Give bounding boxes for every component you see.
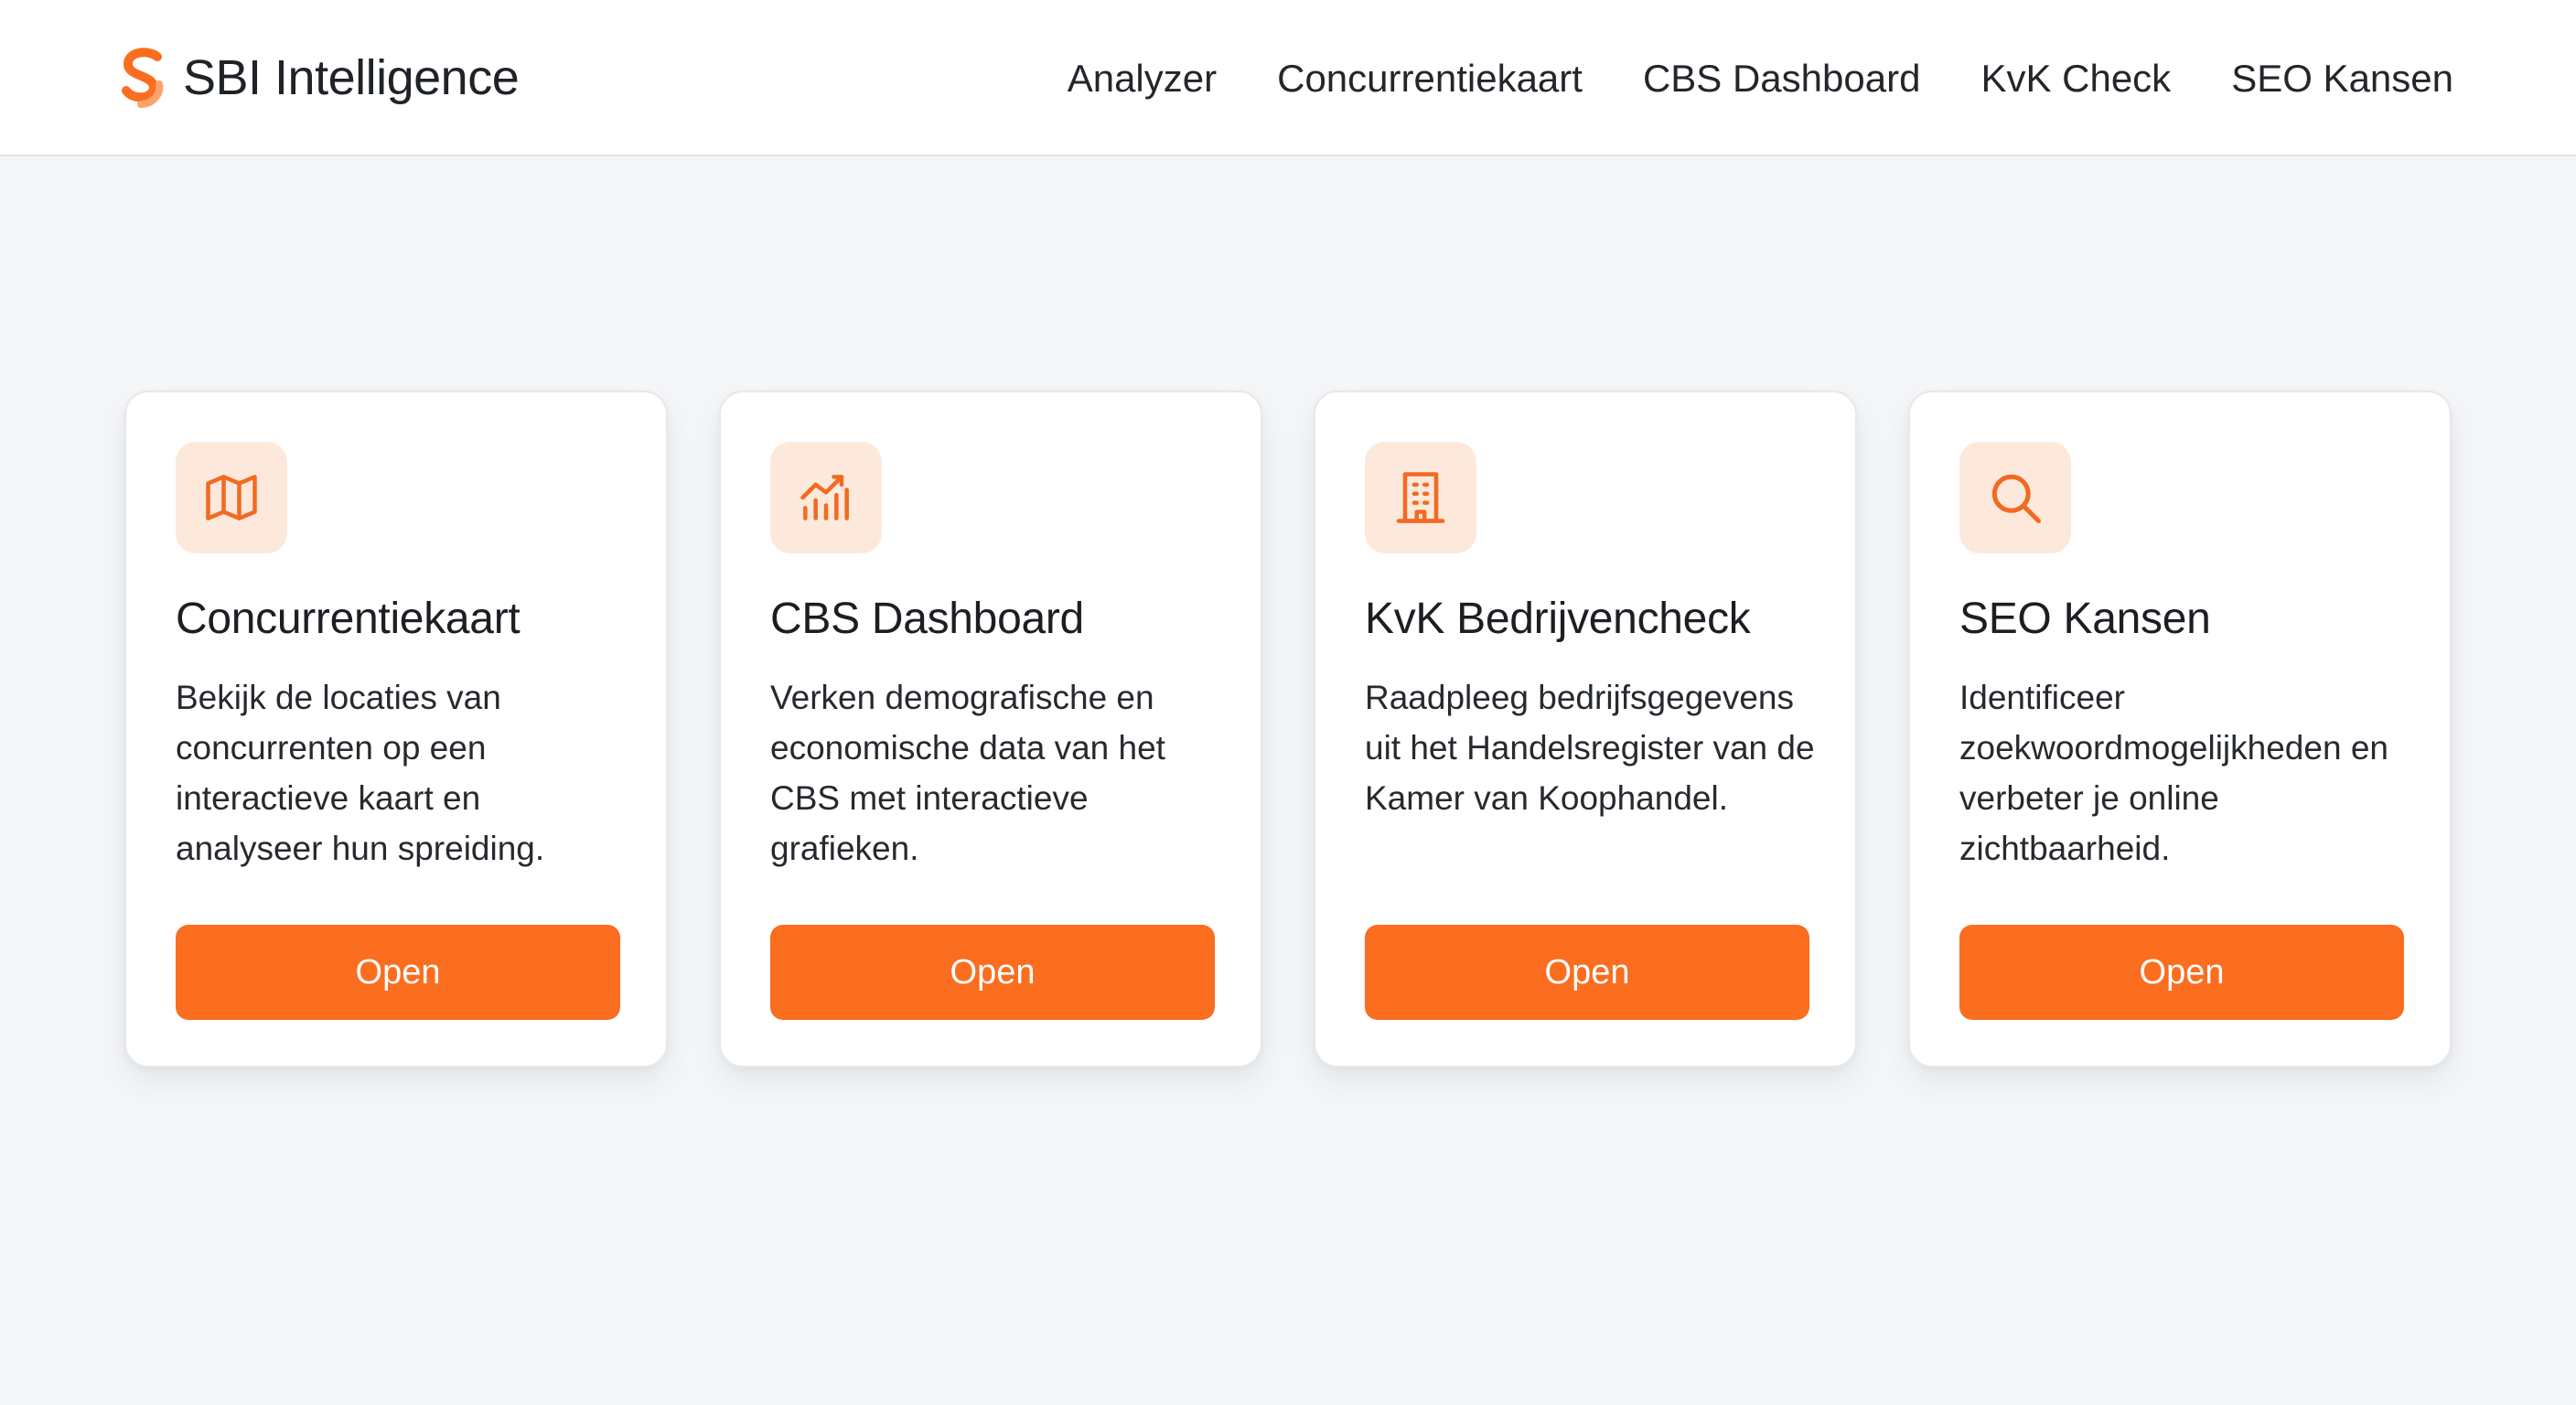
- brand-name: SBI Intelligence: [183, 50, 520, 105]
- open-cbs-dashboard-button[interactable]: Open: [770, 925, 1215, 1020]
- card-title: Concurrentiekaart: [176, 595, 521, 643]
- card-icon-box: [770, 442, 882, 553]
- s-logo-icon: [122, 48, 164, 108]
- card-seo-kansen: SEO Kansen Identificeer zoekwoordmogelij…: [1908, 391, 2452, 1067]
- card-title: CBS Dashboard: [770, 595, 1084, 643]
- nav-item-analyzer[interactable]: Analyzer: [1068, 51, 1217, 106]
- top-navigation-bar: SBI Intelligence Analyzer Concurrentieka…: [0, 0, 2576, 156]
- card-icon-box: [1365, 442, 1476, 553]
- tool-cards: Concurrentiekaart Bekijk de locaties van…: [124, 391, 2452, 1067]
- card-cbs-dashboard: CBS Dashboard Verken demografische en ec…: [719, 391, 1262, 1067]
- search-icon: [1991, 474, 2042, 524]
- open-kvk-bedrijvencheck-button[interactable]: Open: [1365, 925, 1809, 1020]
- open-seo-kansen-button[interactable]: Open: [1959, 925, 2404, 1020]
- card-icon-box: [176, 442, 287, 553]
- map-icon: [206, 475, 257, 520]
- card-concurrentiekaart: Concurrentiekaart Bekijk de locaties van…: [124, 391, 668, 1067]
- chart-icon: [800, 475, 849, 520]
- card-kvk-bedrijvencheck: KvK Bedrijvencheck Raadpleeg bedrijfsgeg…: [1314, 391, 1857, 1067]
- card-description: Verken demografische en economische data…: [770, 679, 1165, 867]
- nav-item-seo-kansen[interactable]: SEO Kansen: [2231, 51, 2453, 106]
- card-title: SEO Kansen: [1959, 595, 2211, 643]
- card-description: Bekijk de locaties van concurrenten op e…: [176, 679, 545, 867]
- nav-item-cbs-dashboard[interactable]: CBS Dashboard: [1643, 51, 1921, 106]
- card-description: Raadpleeg bedrijfsgegevens uit het Hande…: [1365, 679, 1815, 817]
- nav-item-kvk-check[interactable]: KvK Check: [1980, 51, 2171, 106]
- building-icon: [1396, 472, 1445, 523]
- open-concurrentiekaart-button[interactable]: Open: [176, 925, 620, 1020]
- card-title: KvK Bedrijvencheck: [1365, 595, 1751, 643]
- card-description: Identificeer zoekwoordmogelijkheden en v…: [1959, 679, 2388, 867]
- main-nav: Analyzer Concurrentiekaart CBS Dashboard…: [1068, 51, 2453, 106]
- brand[interactable]: SBI Intelligence: [119, 46, 520, 110]
- nav-item-concurrentiekaart[interactable]: Concurrentiekaart: [1277, 51, 1583, 106]
- card-icon-box: [1959, 442, 2071, 553]
